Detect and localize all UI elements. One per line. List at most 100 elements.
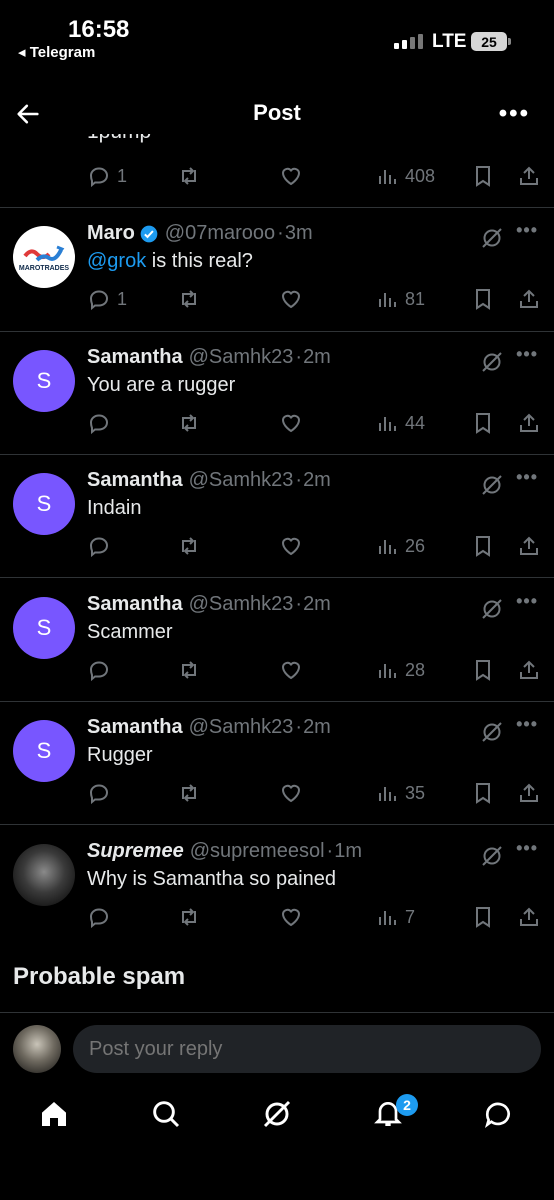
- heart-icon: [281, 167, 301, 186]
- post-more-icon[interactable]: •••: [516, 591, 538, 612]
- repost-icon: [182, 167, 196, 185]
- share-button[interactable]: [517, 531, 541, 561]
- share-button[interactable]: [517, 408, 541, 438]
- like-button[interactable]: [279, 655, 303, 685]
- grok-icon[interactable]: [480, 226, 504, 250]
- grok-icon[interactable]: [480, 844, 504, 868]
- views-button[interactable]: 44: [375, 408, 425, 438]
- grok-icon[interactable]: [480, 350, 504, 374]
- repost-button[interactable]: [177, 655, 201, 685]
- reply-button[interactable]: 1: [87, 161, 127, 191]
- like-button[interactable]: [279, 284, 303, 314]
- repost-button[interactable]: [177, 408, 201, 438]
- repost-button[interactable]: [177, 284, 201, 314]
- bookmark-button[interactable]: [471, 531, 495, 561]
- like-button[interactable]: [279, 531, 303, 561]
- grok-icon[interactable]: [480, 597, 504, 621]
- post-text: Scammer: [87, 621, 173, 643]
- bookmark-button[interactable]: [471, 284, 495, 314]
- bookmark-button[interactable]: [471, 408, 495, 438]
- tab-home[interactable]: [38, 1098, 74, 1134]
- reply-input[interactable]: [73, 1025, 541, 1073]
- avatar[interactable]: S: [13, 473, 75, 535]
- like-button[interactable]: [279, 778, 303, 808]
- like-button[interactable]: [279, 902, 303, 932]
- reply-button[interactable]: 1: [87, 284, 127, 314]
- post-more-icon[interactable]: •••: [516, 838, 538, 859]
- reply-post[interactable]: S Samantha @Samhk23 · 2m Indain ••• 26: [0, 455, 554, 578]
- bookmark-button[interactable]: [471, 778, 495, 808]
- post-more-icon[interactable]: •••: [516, 714, 538, 735]
- share-button[interactable]: [517, 161, 541, 191]
- share-button[interactable]: [517, 778, 541, 808]
- network-label: LTE: [432, 31, 467, 52]
- views-button[interactable]: 28: [375, 655, 425, 685]
- reply-post[interactable]: Supremee @supremeesol · 1m Why is Samant…: [0, 826, 554, 949]
- bookmark-button[interactable]: [471, 655, 495, 685]
- svg-text:MAROTRADES: MAROTRADES: [19, 265, 69, 272]
- reply-button[interactable]: [87, 778, 111, 808]
- bookmark-icon: [476, 907, 490, 928]
- avatar[interactable]: MAROTRADES: [13, 226, 75, 288]
- probable-spam-heading[interactable]: Probable spam: [13, 963, 185, 991]
- user-avatar[interactable]: [13, 1025, 61, 1073]
- share-icon: [520, 907, 538, 926]
- like-button[interactable]: [279, 161, 303, 191]
- grok-icon[interactable]: [480, 720, 504, 744]
- author-name[interactable]: Supremee: [87, 840, 184, 863]
- repost-icon: [182, 414, 196, 432]
- repost-button[interactable]: [177, 902, 201, 932]
- author-name[interactable]: Samantha: [87, 593, 183, 616]
- views-button[interactable]: 7: [375, 902, 415, 932]
- avatar[interactable]: [13, 844, 75, 906]
- avatar[interactable]: S: [13, 720, 75, 782]
- bookmark-button[interactable]: [471, 161, 495, 191]
- post-more-icon[interactable]: •••: [516, 220, 538, 241]
- share-button[interactable]: [517, 655, 541, 685]
- reply-button[interactable]: [87, 531, 111, 561]
- views-button[interactable]: 408: [375, 161, 435, 191]
- reply-post[interactable]: S Samantha @Samhk23 · 2m You are a rugge…: [0, 332, 554, 455]
- like-button[interactable]: [279, 408, 303, 438]
- author-handle: @Samhk23: [188, 346, 294, 368]
- post-text: Rugger: [87, 744, 153, 766]
- post-actions: 26: [87, 531, 547, 561]
- repost-button[interactable]: [177, 531, 201, 561]
- share-button[interactable]: [517, 902, 541, 932]
- author-name[interactable]: Samantha: [87, 346, 183, 369]
- post-more-icon[interactable]: •••: [516, 467, 538, 488]
- repost-button[interactable]: [177, 778, 201, 808]
- notification-badge: 2: [396, 1094, 418, 1116]
- post-time: 2m: [303, 593, 331, 615]
- reply-post[interactable]: S Samantha @Samhk23 · 2m Scammer ••• 28: [0, 579, 554, 702]
- tab-messages[interactable]: [482, 1098, 518, 1134]
- grok-icon[interactable]: [480, 473, 504, 497]
- marotrades-logo: MAROTRADES: [19, 245, 69, 272]
- author-name[interactable]: Samantha: [87, 469, 183, 492]
- views-button[interactable]: 26: [375, 531, 425, 561]
- bookmark-button[interactable]: [471, 902, 495, 932]
- mention-link[interactable]: @grok: [87, 250, 146, 272]
- post-text: Indain: [87, 497, 142, 519]
- repost-button[interactable]: [177, 161, 201, 191]
- author-name[interactable]: Samantha: [87, 716, 183, 739]
- reply-button[interactable]: [87, 655, 111, 685]
- post-time: 2m: [303, 716, 331, 738]
- avatar[interactable]: S: [13, 597, 75, 659]
- reply-post[interactable]: MAROTRADES Maro @07marooo · 3m @grok is …: [0, 208, 554, 331]
- avatar[interactable]: S: [13, 350, 75, 412]
- back-to-app-link[interactable]: ◂ Telegram: [18, 43, 95, 61]
- tab-grok[interactable]: [261, 1098, 297, 1134]
- author-name[interactable]: Maro: [87, 222, 135, 245]
- reply-button[interactable]: [87, 408, 111, 438]
- tab-search[interactable]: [150, 1098, 186, 1134]
- views-button[interactable]: 81: [375, 284, 425, 314]
- post-more-icon[interactable]: •••: [516, 344, 538, 365]
- share-button[interactable]: [517, 284, 541, 314]
- more-options-icon[interactable]: •••: [499, 100, 530, 128]
- reply-button[interactable]: [87, 902, 111, 932]
- reply-post[interactable]: S Samantha @Samhk23 · 2m Rugger ••• 35: [0, 702, 554, 825]
- views-button[interactable]: 35: [375, 778, 425, 808]
- post-time: 1m: [334, 840, 362, 862]
- heart-icon: [281, 537, 301, 556]
